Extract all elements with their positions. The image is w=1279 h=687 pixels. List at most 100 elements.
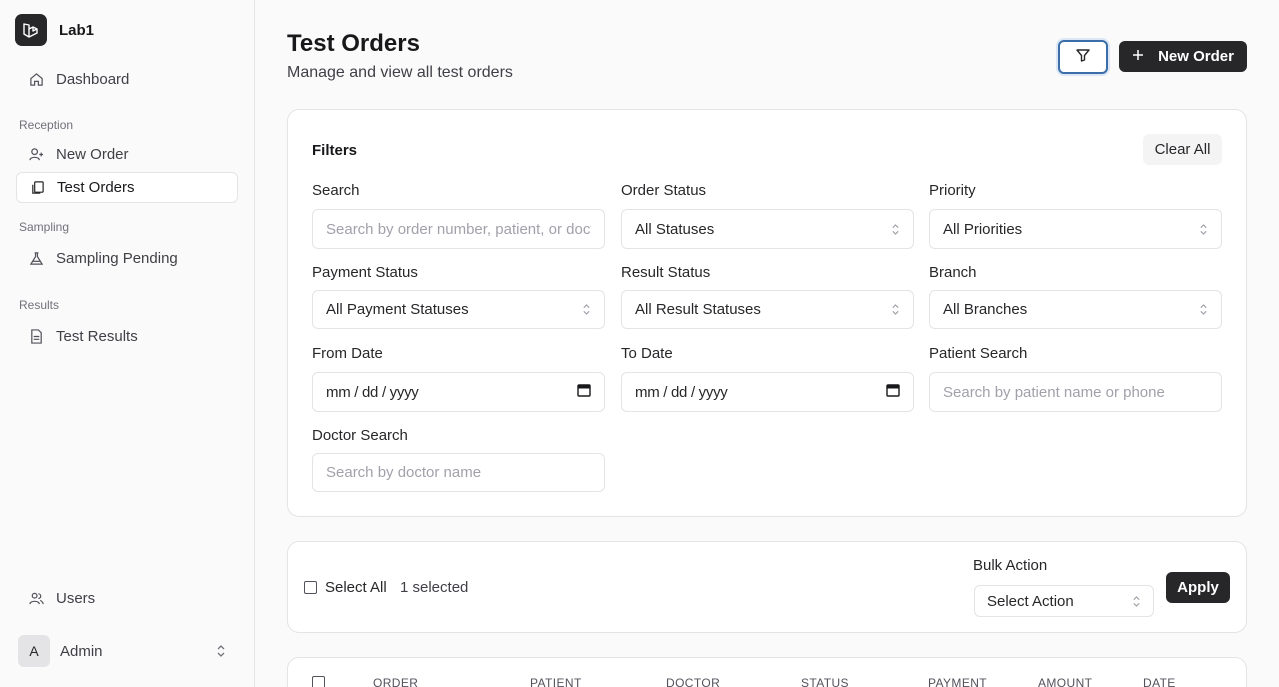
from-date-input[interactable]: mm / dd / yyyy [312, 372, 605, 412]
select-value: All Result Statuses [635, 301, 761, 318]
branch-select[interactable]: All Branches [929, 290, 1222, 329]
doctor-search-field: Doctor Search Search by doctor name [312, 427, 605, 492]
flask-icon [28, 251, 44, 267]
filters-panel: Filters Clear All Search Search by order… [287, 109, 1247, 517]
select-all-checkbox[interactable]: Select All [304, 579, 387, 596]
sidebar-item-sampling-pending[interactable]: Sampling Pending [16, 243, 238, 274]
select-value: All Payment Statuses [326, 301, 469, 318]
column-header-patient[interactable]: PATIENT [530, 676, 582, 687]
column-header-date[interactable]: DATE [1143, 676, 1176, 687]
sidebar-footer: Users A Admin [16, 581, 238, 687]
plus-icon [1132, 48, 1144, 65]
column-header-payment[interactable]: PAYMENT [928, 676, 987, 687]
chevron-up-down-icon [1199, 303, 1208, 316]
to-date-field: To Date mm / dd / yyyy [621, 345, 914, 412]
chevron-up-down-icon [1199, 223, 1208, 236]
chevron-up-down-icon [1132, 595, 1141, 608]
chevron-up-down-icon [582, 303, 591, 316]
orders-table: ORDER PATIENT DOCTOR STATUS PAYMENT AMOU… [287, 657, 1247, 687]
patient-search-placeholder: Search by patient name or phone [943, 383, 1165, 401]
sidebar-item-test-results[interactable]: Test Results [16, 321, 238, 352]
chevron-up-down-icon [216, 644, 226, 658]
field-label: To Date [621, 345, 673, 362]
order-status-select[interactable]: All Statuses [621, 209, 914, 249]
sidebar-item-label: New Order [56, 146, 129, 163]
brand[interactable]: Lab1 [15, 13, 238, 47]
sidebar: Lab1 Dashboard Reception New Order Test … [0, 0, 255, 687]
branch-field: Branch All Branches [929, 264, 1222, 329]
field-label: Patient Search [929, 345, 1028, 362]
field-label: Order Status [621, 182, 707, 199]
select-value: Select Action [987, 592, 1074, 610]
users-icon [28, 591, 44, 607]
result-status-select[interactable]: All Result Statuses [621, 290, 914, 329]
app-name: Lab1 [59, 21, 95, 39]
search-field: Search Search by order number, patient, … [312, 182, 605, 249]
lab-logo-icon [15, 14, 47, 46]
filters-title: Filters [312, 142, 358, 159]
calendar-icon[interactable] [577, 383, 591, 401]
calendar-icon[interactable] [886, 383, 900, 401]
nav-group-results: Results [19, 298, 60, 312]
user-name: Admin [60, 642, 103, 660]
bulk-action-select[interactable]: Select Action [974, 585, 1154, 617]
clear-all-button[interactable]: Clear All [1143, 134, 1222, 165]
sidebar-item-label: Test Orders [57, 179, 135, 196]
select-value: All Priorities [943, 220, 1023, 238]
sidebar-item-label: Users [56, 590, 96, 607]
field-label: Doctor Search [312, 427, 408, 444]
sidebar-item-dashboard[interactable]: Dashboard [16, 64, 238, 95]
apply-button[interactable]: Apply [1166, 572, 1230, 603]
field-label: From Date [312, 345, 383, 362]
nav-group-sampling: Sampling [19, 220, 70, 234]
field-label: Result Status [621, 264, 711, 281]
sidebar-item-label: Test Results [56, 328, 138, 345]
filter-toggle-button[interactable] [1058, 40, 1108, 74]
to-date-input[interactable]: mm / dd / yyyy [621, 372, 914, 412]
sidebar-item-users[interactable]: Users [16, 583, 238, 614]
sidebar-item-test-orders[interactable]: Test Orders [16, 172, 238, 203]
payment-status-select[interactable]: All Payment Statuses [312, 290, 605, 329]
field-label: Search [312, 182, 360, 199]
avatar: A [18, 635, 50, 667]
sidebar-item-label: Dashboard [56, 71, 130, 88]
new-order-button[interactable]: New Order [1119, 41, 1247, 72]
copy-document-icon [29, 180, 45, 196]
priority-select[interactable]: All Priorities [929, 209, 1222, 249]
column-header-amount[interactable]: AMOUNT [1038, 676, 1092, 687]
checkbox[interactable] [304, 581, 317, 594]
select-all-label: Select All [325, 579, 387, 596]
field-label: Payment Status [312, 264, 418, 281]
bulk-action-label: Bulk Action [973, 557, 1048, 574]
column-header-order[interactable]: ORDER [373, 676, 418, 687]
file-text-icon [28, 329, 44, 345]
bulk-actions-panel: Select All 1 selected Bulk Action Select… [287, 541, 1247, 633]
column-header-status[interactable]: STATUS [801, 676, 849, 687]
main-content: Test Orders Manage and view all test ord… [255, 0, 1279, 687]
home-icon [28, 72, 44, 88]
header-checkbox[interactable] [312, 676, 325, 687]
order-status-field: Order Status All Statuses [621, 182, 914, 249]
select-value: All Statuses [635, 220, 715, 238]
user-plus-icon [28, 147, 44, 163]
patient-search-input[interactable]: Search by patient name or phone [929, 372, 1222, 412]
user-menu[interactable]: A Admin [16, 634, 238, 668]
priority-field: Priority All Priorities [929, 182, 1222, 249]
chevron-up-down-icon [891, 223, 900, 236]
filter-icon [1075, 47, 1091, 68]
payment-status-field: Payment Status All Payment Statuses [312, 264, 605, 329]
sidebar-item-new-order[interactable]: New Order [16, 139, 238, 170]
field-label: Priority [929, 182, 976, 199]
selected-count: 1 selected [400, 579, 469, 596]
new-order-label: New Order [1158, 48, 1234, 65]
nav-group-reception: Reception [19, 118, 74, 132]
search-input[interactable]: Search by order number, patient, or doct… [312, 209, 605, 249]
result-status-field: Result Status All Result Statuses [621, 264, 914, 329]
page-subtitle: Manage and view all test orders [287, 64, 513, 81]
app-root: Lab1 Dashboard Reception New Order Test … [0, 0, 1279, 687]
column-header-doctor[interactable]: DOCTOR [666, 676, 720, 687]
doctor-search-input[interactable]: Search by doctor name [312, 453, 605, 492]
from-date-field: From Date mm / dd / yyyy [312, 345, 605, 412]
page-title: Test Orders [287, 30, 420, 57]
search-placeholder: Search by order number, patient, or doct… [326, 220, 591, 238]
